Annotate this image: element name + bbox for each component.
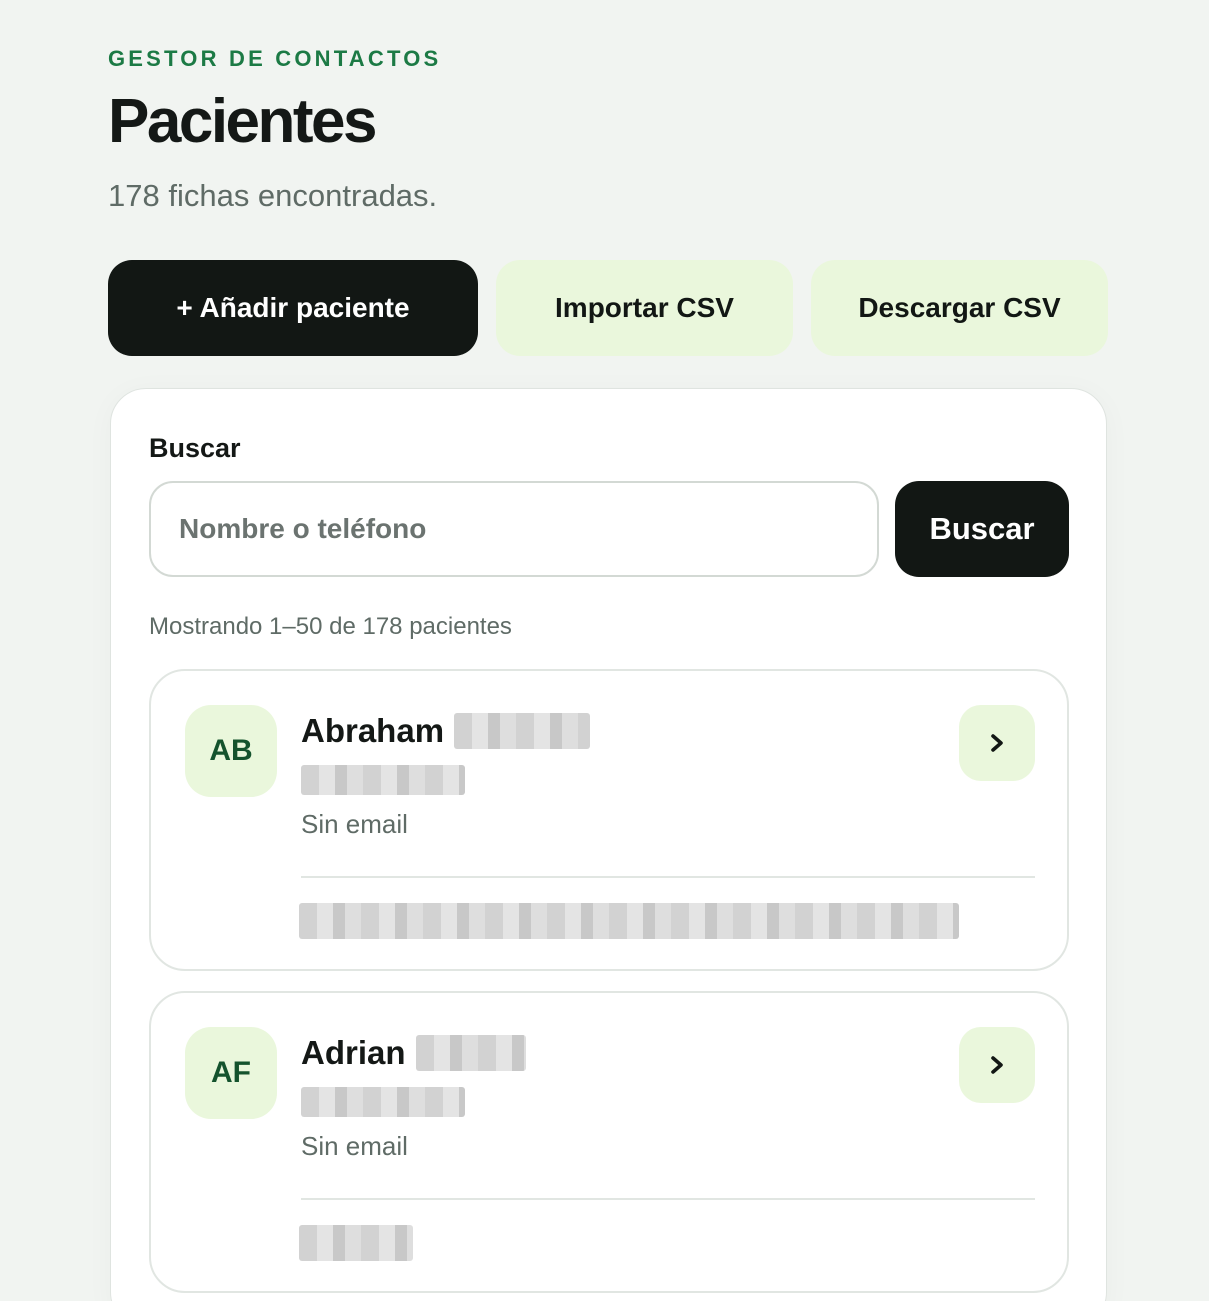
chevron-right-icon: [991, 734, 1003, 752]
redacted-notes: [299, 903, 959, 939]
open-patient-button[interactable]: [959, 1027, 1035, 1103]
patient-email: Sin email: [301, 809, 408, 839]
redacted-last-name: [454, 713, 591, 749]
search-button[interactable]: Buscar: [895, 481, 1069, 577]
add-patient-button[interactable]: + Añadir paciente: [108, 260, 478, 356]
redacted-phone: [301, 765, 465, 795]
patient-name: Adrian: [301, 1031, 526, 1075]
search-label: Buscar: [149, 433, 241, 463]
action-bar: + Añadir paciente Importar CSV Descargar…: [108, 260, 1108, 356]
redacted-phone: [301, 1087, 465, 1117]
patient-first-name: Abraham: [301, 712, 445, 749]
card-divider: [301, 1198, 1035, 1200]
import-csv-button[interactable]: Importar CSV: [496, 260, 793, 356]
patient-email: Sin email: [301, 1131, 408, 1161]
card-divider: [301, 876, 1035, 878]
chevron-right-icon: [991, 1056, 1003, 1074]
patients-panel: Buscar Buscar Mostrando 1–50 de 178 paci…: [110, 388, 1107, 1301]
download-csv-button[interactable]: Descargar CSV: [811, 260, 1108, 356]
results-summary: Mostrando 1–50 de 178 pacientes: [149, 613, 512, 640]
records-found-text: 178 fichas encontradas.: [108, 178, 438, 213]
patient-card[interactable]: AF Adrian Sin email: [149, 991, 1069, 1293]
patient-first-name: Adrian: [301, 1034, 406, 1071]
avatar: AF: [185, 1027, 277, 1119]
page-title: Pacientes: [108, 87, 378, 156]
search-input[interactable]: [149, 481, 879, 577]
avatar: AB: [185, 705, 277, 797]
open-patient-button[interactable]: [959, 705, 1035, 781]
patient-card[interactable]: AB Abraham Sin email: [149, 669, 1069, 971]
redacted-last-name: [415, 1035, 526, 1071]
redacted-notes: [299, 1225, 413, 1261]
patient-name: Abraham: [301, 709, 591, 753]
section-eyebrow: GESTOR DE CONTACTOS: [108, 46, 442, 71]
